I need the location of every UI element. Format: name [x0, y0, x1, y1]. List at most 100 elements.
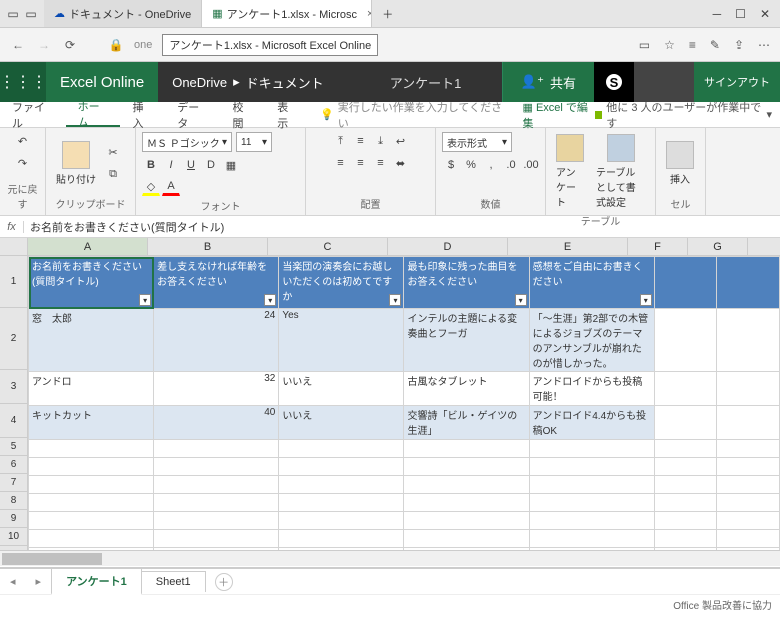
feedback-link[interactable]: Office 製品改善に協力 — [673, 597, 772, 612]
tab-review[interactable]: 校閲 — [220, 102, 265, 127]
filter-button[interactable]: ▾ — [139, 294, 151, 306]
skype-button[interactable]: S — [594, 62, 634, 102]
cell[interactable] — [279, 512, 404, 530]
cell[interactable] — [154, 440, 279, 458]
row-header[interactable]: 4 — [0, 404, 28, 438]
user-avatar[interactable] — [634, 62, 694, 102]
cell[interactable]: 感想をご自由にお書きください▾ — [529, 257, 654, 309]
col-header-d[interactable]: D — [388, 238, 508, 255]
align-middle-button[interactable]: ≡ — [352, 132, 370, 150]
file-name[interactable]: アンケート1 — [390, 73, 462, 92]
tab-file[interactable]: ファイル — [0, 102, 66, 127]
edit-in-excel-link[interactable]: ▦ Excel で編集 — [523, 99, 595, 131]
collaboration-status[interactable]: 他に 3 人のユーザーが作業中です ▾ — [595, 99, 780, 131]
cell[interactable] — [404, 476, 529, 494]
row-header[interactable]: 9 — [0, 510, 28, 528]
new-tab-button[interactable]: ＋ — [372, 0, 403, 27]
cell[interactable] — [29, 458, 154, 476]
sheet-nav-next[interactable]: ▸ — [26, 575, 52, 588]
tab-home[interactable]: ホーム — [66, 102, 121, 127]
cell[interactable] — [404, 494, 529, 512]
cell[interactable] — [654, 440, 717, 458]
col-header-e[interactable]: E — [508, 238, 628, 255]
cell[interactable] — [529, 458, 654, 476]
refresh-button[interactable]: ⟳ — [62, 37, 78, 53]
align-bottom-button[interactable]: ⤓ — [372, 132, 390, 150]
cell[interactable] — [404, 512, 529, 530]
cell[interactable] — [717, 512, 780, 530]
row-header[interactable]: 5 — [0, 438, 28, 456]
cell[interactable] — [654, 372, 717, 406]
copy-button[interactable]: ⧉ — [104, 165, 122, 183]
cut-button[interactable]: ✂ — [104, 143, 122, 161]
number-format-select[interactable]: 表示形式▾ — [442, 132, 512, 152]
underline-button[interactable]: U — [182, 156, 200, 174]
row-header[interactable]: 7 — [0, 474, 28, 492]
cell[interactable] — [717, 458, 780, 476]
cell[interactable] — [654, 406, 717, 440]
maximize-button[interactable]: ☐ — [735, 7, 746, 21]
paste-button[interactable]: 貼り付け — [52, 139, 100, 188]
row-header[interactable]: 2 — [0, 308, 28, 370]
filter-button[interactable]: ▾ — [264, 294, 276, 306]
cell[interactable]: インテルの主題による変奏曲とフーガ — [404, 309, 529, 372]
undo-button[interactable]: ↶ — [14, 132, 32, 150]
border-button[interactable]: ▦ — [222, 156, 240, 174]
cell[interactable] — [29, 530, 154, 548]
cell[interactable]: 最も印象に残った曲目をお答えください▾ — [404, 257, 529, 309]
cell[interactable] — [29, 512, 154, 530]
double-underline-button[interactable]: D — [202, 156, 220, 174]
cell[interactable] — [654, 458, 717, 476]
cell[interactable]: いいえ — [279, 372, 404, 406]
align-left-button[interactable]: ≡ — [332, 154, 350, 172]
cell[interactable]: 古風なタブレット — [404, 372, 529, 406]
cell[interactable]: Yes — [279, 309, 404, 372]
cell[interactable]: 24 — [154, 309, 279, 372]
cell[interactable] — [717, 476, 780, 494]
share-button[interactable]: 👤⁺ 共有 — [502, 62, 594, 102]
cell[interactable]: 32 — [154, 372, 279, 406]
cell[interactable] — [529, 476, 654, 494]
bold-button[interactable]: B — [142, 156, 160, 174]
filter-button[interactable]: ▾ — [515, 294, 527, 306]
sheet-tab[interactable]: アンケート1 — [51, 568, 142, 595]
add-sheet-button[interactable]: ＋ — [215, 573, 233, 591]
fx-icon[interactable]: fx — [0, 221, 24, 233]
merge-button[interactable]: ⬌ — [392, 154, 410, 172]
cell[interactable] — [29, 440, 154, 458]
currency-button[interactable]: $ — [442, 156, 460, 174]
minimize-button[interactable]: ─ — [713, 7, 722, 21]
breadcrumb-root[interactable]: OneDrive — [172, 75, 227, 90]
insert-cells-button[interactable]: 挿入 — [662, 139, 698, 188]
close-window-button[interactable]: ✕ — [760, 7, 770, 21]
cell[interactable] — [717, 406, 780, 440]
cell[interactable]: お名前をお書きください(質問タイトル)▾ — [29, 257, 154, 309]
italic-button[interactable]: I — [162, 156, 180, 174]
cell[interactable] — [279, 476, 404, 494]
font-name-select[interactable]: ＭＳ Ｐゴシック▾ — [142, 132, 232, 152]
tab-insert[interactable]: 挿入 — [120, 102, 165, 127]
cell[interactable]: いいえ — [279, 406, 404, 440]
cell[interactable]: アンドロイドからも投稿可能！ — [529, 372, 654, 406]
cell[interactable]: アンドロ — [29, 372, 154, 406]
formula-input[interactable]: お名前をお書きください(質問タイトル) — [24, 219, 230, 235]
notes-icon[interactable]: ✎ — [710, 38, 720, 52]
cell[interactable]: キットカット — [29, 406, 154, 440]
tell-me-input[interactable]: 💡 実行したい作業を入力してください — [320, 99, 502, 131]
cell[interactable] — [717, 494, 780, 512]
cell[interactable] — [154, 530, 279, 548]
share-icon[interactable]: ⇪ — [734, 38, 744, 52]
percent-button[interactable]: % — [462, 156, 480, 174]
cell[interactable] — [654, 257, 717, 309]
cell[interactable] — [529, 494, 654, 512]
format-as-table-button[interactable]: テーブルとして書式設定 — [592, 132, 649, 211]
col-header-a[interactable]: A — [28, 238, 148, 255]
tab-data[interactable]: データ — [165, 102, 220, 127]
sign-out-link[interactable]: サインアウト — [694, 62, 780, 102]
cell[interactable] — [717, 257, 780, 309]
cell[interactable] — [404, 458, 529, 476]
cell[interactable]: 差し支えなければ年齢をお答えください▾ — [154, 257, 279, 309]
cell[interactable]: 「～生涯」第2部での木管によるジョブズのテーマのアンサンブルが崩れたのが惜しかっ… — [529, 309, 654, 372]
fill-color-button[interactable]: ◇ — [142, 178, 160, 196]
cell[interactable] — [29, 476, 154, 494]
